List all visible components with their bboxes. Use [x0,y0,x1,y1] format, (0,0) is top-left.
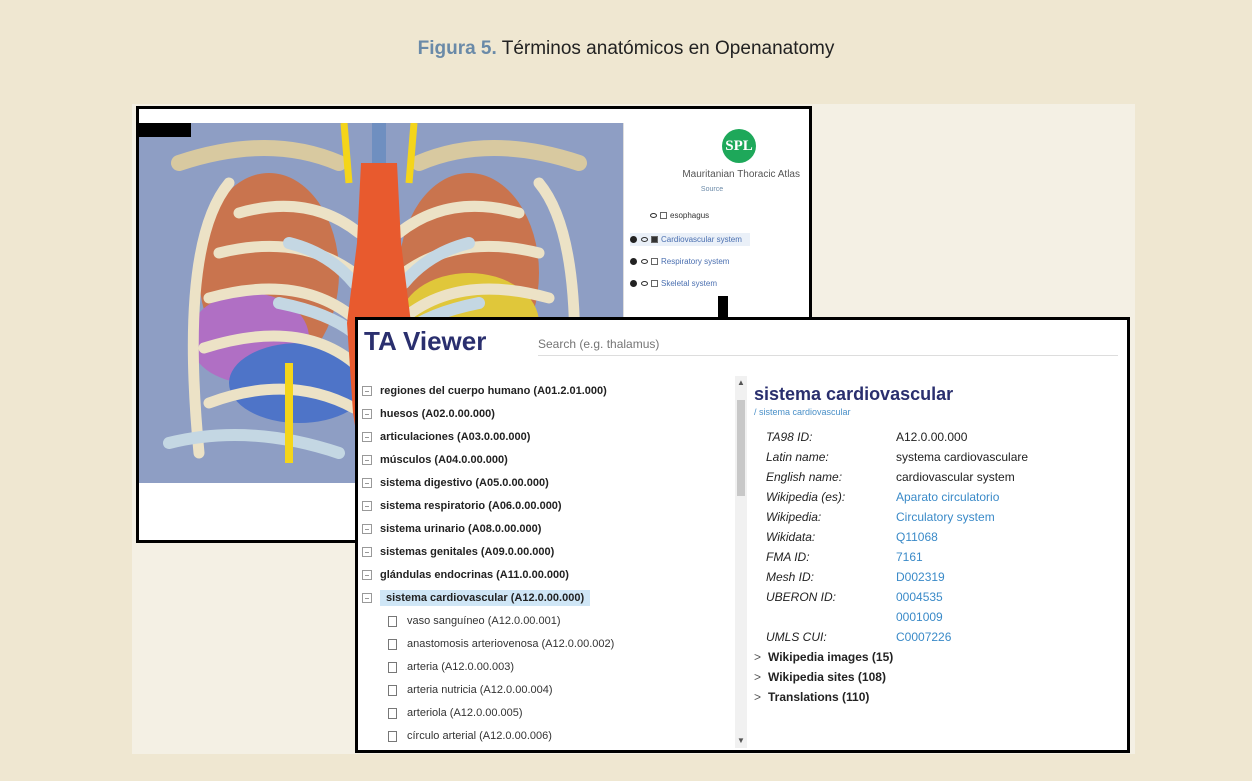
scrollbar-thumb[interactable] [737,400,745,496]
expander-translations[interactable]: > Translations (110) [754,687,1124,707]
prop-row: Wikipedia: Circulatory system [766,510,995,524]
search-input[interactable] [538,332,1118,356]
mesh-link[interactable]: D002319 [896,570,945,584]
tree-item[interactable]: huesos (A02.0.00.000) [362,403,495,425]
tree-child-item[interactable]: anastomosis arteriovenosa (A12.0.00.002) [388,633,614,655]
expand-box-icon[interactable] [362,432,372,442]
layer-cardiovascular[interactable]: Cardiovascular system [630,233,750,246]
ta-viewer-window: TA Viewer regiones del cuerpo humano (A0… [355,317,1130,753]
toolbar-strip [139,123,191,137]
document-icon [388,661,397,673]
collapse-box-icon[interactable] [362,593,372,603]
layer-checkbox[interactable] [651,258,658,265]
eye-icon[interactable] [641,281,648,286]
wikipedia-link[interactable]: Circulatory system [896,510,995,524]
layer-label: Skeletal system [661,279,718,288]
atlas-title: Mauritanian Thoracic Atlas [682,169,800,180]
prop-row: Latin name: systema cardiovasculare [766,450,1029,464]
eye-icon[interactable] [641,259,648,264]
expand-icon[interactable] [630,280,637,287]
prop-row: FMA ID: 7161 [766,550,923,564]
tree-child-item[interactable]: arteria nutricia (A12.0.00.004) [388,679,553,701]
expand-box-icon[interactable] [362,501,372,511]
document-icon [388,707,397,719]
tree-item[interactable]: glándulas endocrinas (A11.0.00.000) [362,564,569,586]
expand-box-icon[interactable] [362,570,372,580]
umls-link[interactable]: C0007226 [896,630,951,644]
chevron-right-icon: > [754,670,762,684]
spl-logo: SPL [722,129,756,163]
tree-item[interactable]: sistema urinario (A08.0.00.000) [362,518,541,540]
layers-panel: SPL Mauritanian Thoracic Atlas Source es… [623,123,809,323]
term-tree: regiones del cuerpo humano (A01.2.01.000… [362,380,742,750]
tree-child-item[interactable]: arteriola (A12.0.00.005) [388,702,523,724]
figure-title: Términos anatómicos en Openanatomy [501,38,835,59]
layer-label: Respiratory system [661,257,730,266]
tree-item[interactable]: regiones del cuerpo humano (A01.2.01.000… [362,380,607,402]
atlas-source-link[interactable]: Source [624,186,800,193]
scroll-down-icon[interactable]: ▼ [735,736,747,746]
expander-wikipedia-sites[interactable]: > Wikipedia sites (108) [754,667,1124,687]
figure-number: Figura 5. [417,38,497,59]
chevron-right-icon: > [754,650,762,664]
tree-item[interactable]: articulaciones (A03.0.00.000) [362,426,530,448]
expand-box-icon[interactable] [362,409,372,419]
tree-child-item[interactable]: vaso sanguíneo (A12.0.00.001) [388,610,561,632]
expand-box-icon[interactable] [362,386,372,396]
expander-wikipedia-images[interactable]: > Wikipedia images (15) [754,647,1124,667]
down-arrow-icon [718,296,728,318]
expand-icon[interactable] [630,236,637,243]
expand-box-icon[interactable] [362,524,372,534]
expand-icon[interactable] [630,258,637,265]
tree-item-selected[interactable]: sistema cardiovascular (A12.0.00.000) [362,587,591,609]
term-heading: sistema cardiovascular [754,384,954,404]
tree-child-item[interactable]: arteria (A12.0.00.003) [388,656,514,678]
ta-viewer-title: TA Viewer [364,326,487,356]
uberon-link[interactable]: 0001009 [896,610,943,624]
fma-link[interactable]: 7161 [896,550,923,564]
eye-icon[interactable] [650,213,657,218]
eye-icon[interactable] [641,237,648,242]
layer-label: Cardiovascular system [661,235,742,244]
breadcrumb[interactable]: / sistema cardiovascular [754,407,1124,417]
layer-checkbox[interactable] [651,236,658,243]
layer-esophagus[interactable]: esophagus [650,211,709,220]
tree-child-item[interactable]: círculo arterial (A12.0.00.006) [388,725,552,747]
prop-row: UBERON ID: 0004535 [766,590,943,604]
layer-skeletal[interactable]: Skeletal system [630,279,717,288]
document-icon [388,730,397,742]
tree-item[interactable]: sistema digestivo (A05.0.00.000) [362,472,549,494]
tree-item[interactable]: músculos (A04.0.00.000) [362,449,508,471]
layer-respiratory[interactable]: Respiratory system [630,257,729,266]
scroll-up-icon[interactable]: ▲ [735,378,747,388]
prop-row: 0001009 [754,607,1124,627]
expand-box-icon[interactable] [362,478,372,488]
prop-row: TA98 ID: A12.0.00.000 [766,430,968,444]
expand-box-icon[interactable] [362,547,372,557]
layer-checkbox[interactable] [660,212,667,219]
wikidata-link[interactable]: Q11068 [896,530,938,544]
wikipedia-es-link[interactable]: Aparato circulatorio [896,490,999,504]
term-properties: TA98 ID: A12.0.00.000 Latin name: systema … [754,427,1124,647]
layer-checkbox[interactable] [651,280,658,287]
prop-row: English name: cardiovascular system [766,470,1015,484]
document-icon [388,638,397,650]
uberon-link[interactable]: 0004535 [896,590,943,604]
prop-row: Wikidata: Q11068 [766,530,938,544]
tree-item[interactable]: sistema respiratorio (A06.0.00.000) [362,495,562,517]
document-icon [388,684,397,696]
expand-box-icon[interactable] [362,455,372,465]
term-detail: sistema cardiovascular / sistema cardiov… [754,380,1124,707]
prop-row: UMLS CUI: C0007226 [766,630,952,644]
figure-caption: Figura 5. Términos anatómicos en Openana… [0,38,1252,60]
prop-row: Wikipedia (es): Aparato circulatorio [766,490,1000,504]
document-icon [388,615,397,627]
prop-row: Mesh ID: D002319 [766,570,945,584]
chevron-right-icon: > [754,690,762,704]
tree-item[interactable]: sistemas genitales (A09.0.00.000) [362,541,554,563]
layer-label: esophagus [670,211,710,220]
